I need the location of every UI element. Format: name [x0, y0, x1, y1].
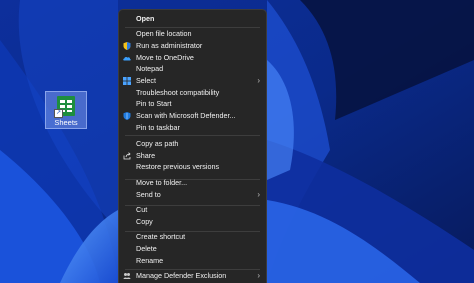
- menu-item-label: Select: [136, 76, 156, 85]
- share-icon: [123, 152, 131, 160]
- menu-item-notepad[interactable]: Notepad: [119, 63, 266, 75]
- menu-item-share[interactable]: Share: [119, 150, 266, 162]
- menu-item-move-to-onedrive[interactable]: Move to OneDrive: [119, 52, 266, 64]
- menu-item-label: Share: [136, 151, 156, 160]
- menu-item-cut[interactable]: Cut: [119, 204, 266, 216]
- windows-select-icon: [123, 77, 131, 85]
- menu-item-label: Cut: [136, 205, 148, 214]
- menu-item-label: Pin to Start: [136, 99, 172, 108]
- menu-item-label: Open: [136, 14, 155, 23]
- menu-item-label: Copy as path: [136, 139, 179, 148]
- defender-shield-icon: [123, 112, 131, 120]
- shield-icon: [123, 42, 131, 50]
- menu-item-select[interactable]: Select ›: [119, 75, 266, 87]
- menu-item-label: Open file location: [136, 29, 192, 38]
- desktop-icon-label: Sheets: [54, 118, 78, 127]
- shortcut-arrow-icon: ↗: [54, 109, 63, 118]
- menu-item-label: Send to: [136, 190, 161, 199]
- menu-item-label: Troubleshoot compatibility: [136, 88, 220, 97]
- menu-item-troubleshoot-compatibility[interactable]: Troubleshoot compatibility: [119, 87, 266, 99]
- menu-item-move-to-folder[interactable]: Move to folder...: [119, 177, 266, 189]
- menu-item-label: Scan with Microsoft Defender...: [136, 111, 236, 120]
- menu-item-label: Delete: [136, 244, 157, 253]
- menu-item-label: Restore previous versions: [136, 162, 220, 171]
- onedrive-cloud-icon: [123, 56, 131, 61]
- menu-item-label: Notepad: [136, 64, 164, 73]
- menu-item-rename[interactable]: Rename: [119, 255, 266, 267]
- menu-item-label: Move to folder...: [136, 178, 188, 187]
- menu-item-open[interactable]: Open: [119, 13, 266, 25]
- menu-item-send-to[interactable]: Send to ›: [119, 189, 266, 201]
- menu-item-manage-defender-exclusion[interactable]: Manage Defender Exclusion ›: [119, 270, 266, 282]
- menu-item-label: Move to OneDrive: [136, 53, 194, 62]
- menu-item-label: Create shortcut: [136, 232, 186, 241]
- menu-item-label: Copy: [136, 217, 153, 226]
- chevron-right-icon: ›: [257, 76, 260, 85]
- menu-item-create-shortcut[interactable]: Create shortcut: [119, 231, 266, 243]
- menu-item-label: Run as administrator: [136, 41, 203, 50]
- menu-item-label: Rename: [136, 256, 164, 265]
- menu-item-copy[interactable]: Copy: [119, 216, 266, 228]
- context-menu: Open Open file location Run as administr…: [118, 9, 267, 283]
- menu-item-run-as-administrator[interactable]: Run as administrator: [119, 40, 266, 52]
- menu-item-pin-to-start[interactable]: Pin to Start: [119, 98, 266, 110]
- menu-item-pin-to-taskbar[interactable]: Pin to taskbar: [119, 122, 266, 134]
- menu-item-open-file-location[interactable]: Open file location: [119, 28, 266, 40]
- defender-exclusion-icon: [123, 273, 131, 279]
- menu-item-restore-previous-versions[interactable]: Restore previous versions: [119, 161, 266, 173]
- menu-item-copy-as-path[interactable]: Copy as path: [119, 138, 266, 150]
- menu-item-delete[interactable]: Delete: [119, 243, 266, 255]
- chevron-right-icon: ›: [257, 271, 260, 280]
- menu-item-label: Manage Defender Exclusion: [136, 271, 227, 280]
- desktop-icon-sheets[interactable]: ↗ Sheets: [45, 91, 87, 129]
- menu-item-label: Pin to taskbar: [136, 123, 180, 132]
- menu-item-scan-defender[interactable]: Scan with Microsoft Defender...: [119, 110, 266, 122]
- chevron-right-icon: ›: [257, 190, 260, 199]
- menu-separator: [125, 135, 260, 136]
